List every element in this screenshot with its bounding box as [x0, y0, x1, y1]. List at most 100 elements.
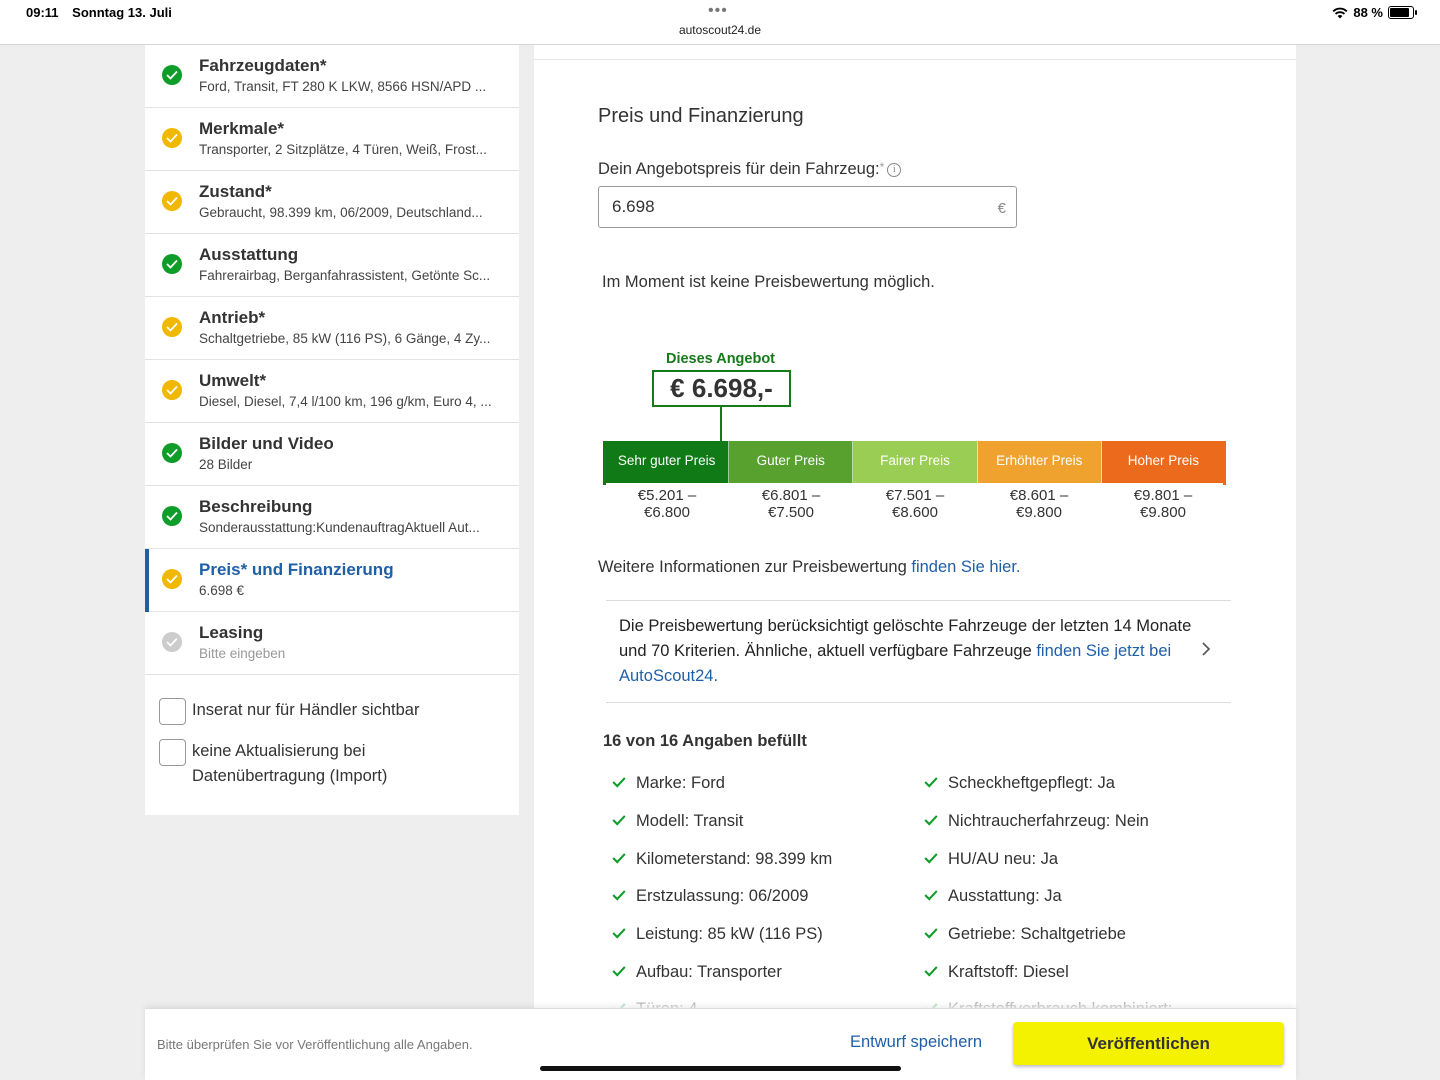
rating-note[interactable]: Die Preisbewertung berücksichtigt gelösc…: [606, 600, 1231, 703]
step-sidebar: Fahrzeugdaten* Ford, Transit, FT 280 K LK…: [145, 45, 519, 815]
sidebar-item-title: Preis* und Finanzierung: [199, 560, 394, 579]
scale-segment: Erhöhter Preis: [977, 441, 1102, 483]
option-row: keine Aktualisierung bei Datenübertragun…: [159, 739, 519, 789]
option-label[interactable]: keine Aktualisierung bei Datenübertragun…: [192, 739, 422, 789]
currency-symbol: €: [997, 200, 1006, 217]
sidebar-item-summary: Diesel, Diesel, 7,4 l/100 km, 196 g/km, …: [199, 394, 492, 409]
price-ranges: €5.201 – €6.800 €6.801 – €7.500 €7.501 – €8.6…: [605, 487, 1225, 521]
price-field-label: Dein Angebotspreis für dein Fahrzeug:* i: [598, 160, 902, 179]
fact-row: Kilometerstand: 98.399 km HU/AU neu: Ja: [612, 840, 1252, 878]
publish-button[interactable]: Veröffentlichen: [1013, 1022, 1284, 1065]
check-icon: [924, 887, 948, 906]
multitasking-dots-icon[interactable]: •••: [708, 2, 728, 20]
sidebar-item-summary: 6.698 €: [199, 583, 245, 598]
sidebar-item[interactable]: Umwelt* Diesel, Diesel, 7,4 l/100 km, 196…: [145, 360, 519, 423]
fact-text: HU/AU neu: Ja: [948, 849, 1059, 868]
sidebar-item-title: Leasing: [199, 623, 264, 642]
home-indicator[interactable]: [540, 1066, 901, 1071]
step-status-icon: [162, 506, 182, 526]
status-bar: 09:11 Sonntag 13. Juli ••• autoscout24.d…: [0, 0, 1440, 45]
offer-price-box: € 6.698,-: [652, 370, 791, 407]
fact-text: Nichtraucherfahrzeug: Nein: [948, 812, 1149, 831]
fact-text: Ausstattung: Ja: [948, 887, 1062, 906]
more-info-link[interactable]: finden Sie hier.: [911, 558, 1020, 576]
step-status-icon: [162, 317, 182, 337]
offer-pointer-line: [720, 407, 722, 441]
sidebar-item-summary: Fahrerairbag, Berganfahrassistent, Getön…: [199, 268, 491, 283]
scale-segment: Fairer Preis: [853, 441, 978, 483]
fact-item: Nichtraucherfahrzeug: Nein: [924, 803, 1236, 841]
scale-edge-right: [1223, 441, 1226, 485]
sidebar-item-title: Umwelt*: [199, 371, 267, 390]
price-input[interactable]: [612, 197, 972, 217]
sidebar-item[interactable]: Leasing Bitte eingeben: [145, 612, 519, 675]
fact-item: Scheckheftgepflegt: Ja: [924, 765, 1236, 803]
status-date: Sonntag 13. Juli: [72, 5, 172, 20]
range-from: €6.801 –: [761, 487, 821, 504]
sidebar-item-summary: Gebraucht, 98.399 km, 06/2009, Deutschla…: [199, 205, 483, 220]
publish-hint: Bitte überprüfen Sie vor Veröffentlichun…: [157, 1037, 473, 1052]
offer-label: Dieses Angebot: [665, 351, 776, 367]
step-status-icon: [162, 443, 182, 463]
fact-row: Modell: Transit Nichtraucherfahrzeug: Nei…: [612, 803, 1252, 841]
listing-options: Inserat nur für Händler sichtbar keine Ak…: [145, 675, 519, 815]
scale-segment: Hoher Preis: [1101, 441, 1226, 483]
fact-item: Ausstattung: Ja: [924, 878, 1236, 916]
sidebar-item[interactable]: Antrieb* Schaltgetriebe, 85 kW (116 PS), …: [145, 297, 519, 360]
sidebar-item[interactable]: Bilder und Video 28 Bilder: [145, 423, 519, 486]
sidebar-item[interactable]: Zustand* Gebraucht, 98.399 km, 06/2009, D…: [145, 171, 519, 234]
address-url[interactable]: autoscout24.de: [0, 23, 1440, 37]
sidebar-item[interactable]: Fahrzeugdaten* Ford, Transit, FT 280 K LK…: [145, 45, 519, 108]
step-status-icon: [162, 569, 182, 589]
sidebar-item[interactable]: Ausstattung Fahrerairbag, Berganfahrassis…: [145, 234, 519, 297]
step-status-icon: [162, 632, 182, 652]
sidebar-item-title: Fahrzeugdaten*: [199, 56, 327, 75]
wifi-icon: [1332, 7, 1348, 18]
more-info-text: Weitere Informationen zur Preisbewertung…: [598, 558, 1021, 576]
range-from: €8.601 –: [1009, 487, 1069, 504]
fact-item: Kilometerstand: 98.399 km: [612, 840, 924, 878]
main-content: Preis und Finanzierung Dein Angebotsprei…: [534, 45, 1296, 1008]
scale-range: €5.201 – €6.800: [605, 487, 729, 521]
sidebar-item[interactable]: Preis* und Finanzierung 6.698 €: [145, 549, 519, 612]
sidebar-item-summary: Ford, Transit, FT 280 K LKW, 8566 HSN/AP…: [199, 79, 487, 94]
save-draft-button[interactable]: Entwurf speichern: [850, 1033, 982, 1052]
step-status-icon: [162, 65, 182, 85]
scale-range: €8.601 – €9.800: [977, 487, 1101, 521]
fact-text: Getriebe: Schaltgetriebe: [948, 925, 1126, 944]
check-icon: [612, 925, 636, 944]
no-rating-text: Im Moment ist keine Preisbewertung mögli…: [602, 273, 935, 291]
scale-segment: Guter Preis: [729, 441, 854, 483]
scale-range: €7.501 – €8.600: [853, 487, 977, 521]
range-to: €6.800: [644, 504, 690, 521]
sidebar-item-title: Zustand*: [199, 182, 272, 201]
fact-text: Marke: Ford: [636, 774, 725, 793]
range-to: €9.800: [1016, 504, 1062, 521]
fact-item: Marke: Ford: [612, 765, 924, 803]
range-to: €8.600: [892, 504, 938, 521]
option-checkbox[interactable]: [159, 698, 186, 725]
sidebar-item-title: Ausstattung: [199, 245, 299, 264]
scale-segment: Sehr guter Preis: [605, 441, 730, 483]
option-checkbox[interactable]: [159, 739, 186, 766]
fact-text: Kilometerstand: 98.399 km: [636, 849, 833, 868]
check-icon: [924, 925, 948, 944]
filled-facts-list: Marke: Ford Scheckheftgepflegt: Ja Modell:…: [612, 765, 1252, 1008]
sidebar-item[interactable]: Merkmale* Transporter, 2 Sitzplätze, 4 Tü…: [145, 108, 519, 171]
check-icon: [612, 850, 636, 869]
step-status-icon: [162, 191, 182, 211]
price-field[interactable]: €: [598, 186, 1017, 228]
info-icon[interactable]: i: [887, 162, 902, 177]
chevron-right-icon[interactable]: [1201, 641, 1211, 657]
sidebar-item[interactable]: Beschreibung Sonderausstattung:Kundenauft…: [145, 486, 519, 549]
range-from: €5.201 –: [637, 487, 697, 504]
sidebar-item-title: Beschreibung: [199, 497, 313, 516]
check-icon: [612, 887, 636, 906]
range-to: €7.500: [768, 504, 814, 521]
check-icon: [924, 812, 948, 831]
check-icon: [612, 812, 636, 831]
fact-row: Marke: Ford Scheckheftgepflegt: Ja: [612, 765, 1252, 803]
section-title: Preis und Finanzierung: [598, 105, 804, 127]
option-label[interactable]: Inserat nur für Händler sichtbar: [192, 698, 419, 723]
sidebar-item-summary: Schaltgetriebe, 85 kW (116 PS), 6 Gänge,…: [199, 331, 491, 346]
